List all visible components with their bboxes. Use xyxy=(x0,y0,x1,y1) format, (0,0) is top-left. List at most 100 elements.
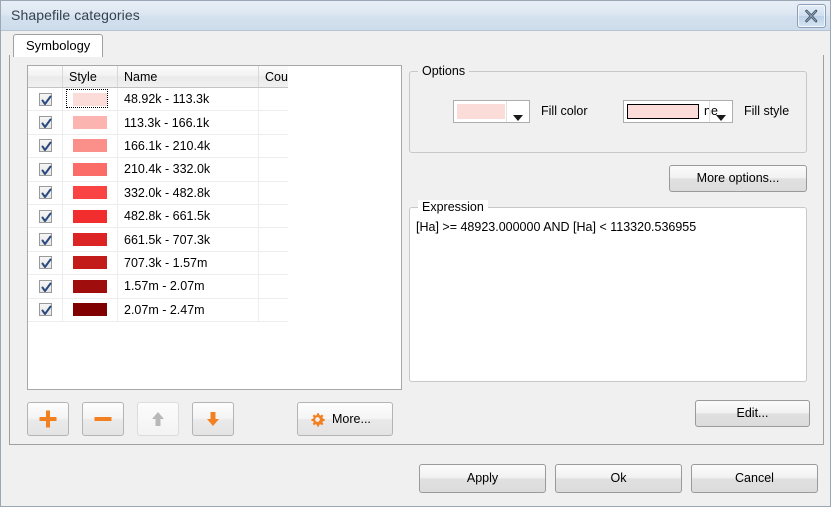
row-count-cell[interactable] xyxy=(258,110,288,135)
row-name-label: 2.07m - 2.47m xyxy=(124,302,205,317)
row-checkbox-cell[interactable] xyxy=(28,298,63,322)
table-row[interactable]: 1.57m - 2.07m xyxy=(28,274,288,299)
row-count-cell[interactable] xyxy=(258,298,288,322)
row-checkbox-cell[interactable] xyxy=(28,274,63,299)
row-style-cell[interactable] xyxy=(62,204,118,229)
fill-color-label: Fill color xyxy=(541,104,588,118)
row-style-cell[interactable] xyxy=(62,251,118,276)
table-header-row: Style Name Count xyxy=(28,66,288,88)
row-checkbox-cell[interactable] xyxy=(28,227,63,252)
add-category-button[interactable] xyxy=(27,402,69,436)
row-checkbox-cell[interactable] xyxy=(28,204,63,229)
table-row[interactable]: 482.8k - 661.5k xyxy=(28,204,288,229)
row-name-cell[interactable]: 1.57m - 2.07m xyxy=(117,274,259,299)
row-count-cell[interactable] xyxy=(258,204,288,229)
row-count-cell[interactable] xyxy=(258,181,288,205)
row-count-cell[interactable] xyxy=(258,274,288,299)
row-checkbox-cell[interactable] xyxy=(28,134,63,159)
row-name-cell[interactable]: 707.3k - 1.57m xyxy=(117,251,259,276)
apply-button[interactable]: Apply xyxy=(419,464,546,493)
row-style-cell[interactable] xyxy=(62,157,118,182)
row-checkbox[interactable] xyxy=(38,256,52,270)
row-name-cell[interactable]: 48.92k - 113.3k xyxy=(117,87,259,112)
row-name-cell[interactable]: 210.4k - 332.0k xyxy=(117,157,259,182)
row-name-cell[interactable]: 166.1k - 210.4k xyxy=(117,134,259,159)
row-style-cell[interactable] xyxy=(62,134,118,159)
chevron-down-icon xyxy=(513,110,523,124)
table-row[interactable]: 661.5k - 707.3k xyxy=(28,227,288,252)
row-style-cell[interactable] xyxy=(62,298,118,322)
row-name-cell[interactable]: 482.8k - 661.5k xyxy=(117,204,259,229)
table-row[interactable]: 166.1k - 210.4k xyxy=(28,134,288,159)
row-style-cell[interactable] xyxy=(62,87,118,112)
table-row[interactable]: 332.0k - 482.8k xyxy=(28,181,288,205)
tab-symbology[interactable]: Symbology xyxy=(13,34,104,57)
table-row[interactable]: 2.07m - 2.47m xyxy=(28,298,288,322)
row-count-cell[interactable] xyxy=(258,87,288,112)
row-checkbox-cell[interactable] xyxy=(28,157,63,182)
row-name-cell[interactable]: 113.3k - 166.1k xyxy=(117,110,259,135)
row-checkbox[interactable] xyxy=(38,92,52,106)
row-color-swatch xyxy=(73,233,107,247)
row-checkbox-cell[interactable] xyxy=(28,110,63,135)
combo-separator xyxy=(709,101,710,122)
fill-style-combo[interactable]: ne xyxy=(623,100,733,123)
categories-list-panel[interactable]: Style Name Count 48.92k - 113.3k 113.3k -… xyxy=(27,65,402,390)
row-checkbox-cell[interactable] xyxy=(28,87,63,112)
move-down-button[interactable] xyxy=(192,402,234,436)
ok-button-label: Ok xyxy=(610,471,627,485)
window-title: Shapefile categories xyxy=(11,7,140,23)
row-style-cell[interactable] xyxy=(62,181,118,205)
row-style-cell[interactable] xyxy=(62,110,118,135)
row-name-cell[interactable]: 661.5k - 707.3k xyxy=(117,227,259,252)
expression-group: Expression [Ha] >= 48923.000000 AND [Ha]… xyxy=(409,200,807,382)
table-row[interactable]: 210.4k - 332.0k xyxy=(28,157,288,182)
row-checkbox[interactable] xyxy=(38,279,52,293)
move-up-button[interactable] xyxy=(137,402,179,436)
row-checkbox[interactable] xyxy=(38,233,52,247)
column-header-style[interactable]: Style xyxy=(62,66,118,88)
cancel-button[interactable]: Cancel xyxy=(691,464,818,493)
column-header-name[interactable]: Name xyxy=(117,66,259,88)
row-name-cell[interactable]: 332.0k - 482.8k xyxy=(117,181,259,205)
row-checkbox-cell[interactable] xyxy=(28,251,63,276)
row-count-cell[interactable] xyxy=(258,227,288,252)
gear-icon xyxy=(310,412,325,430)
row-checkbox[interactable] xyxy=(38,116,52,130)
row-style-cell[interactable] xyxy=(62,274,118,299)
more-options-label: More options... xyxy=(696,171,780,185)
column-header-check[interactable] xyxy=(28,66,63,88)
ok-button[interactable]: Ok xyxy=(555,464,682,493)
row-color-swatch xyxy=(73,116,107,130)
table-row[interactable]: 48.92k - 113.3k xyxy=(28,87,288,112)
more-button[interactable]: More... xyxy=(297,402,393,436)
column-header-count[interactable]: Count xyxy=(258,66,288,88)
row-checkbox[interactable] xyxy=(38,139,52,153)
remove-category-button[interactable] xyxy=(82,402,124,436)
row-checkbox-cell[interactable] xyxy=(28,181,63,205)
fill-color-combo[interactable] xyxy=(453,100,530,123)
row-count-cell[interactable] xyxy=(258,157,288,182)
close-button[interactable] xyxy=(797,4,826,28)
row-name-cell[interactable]: 2.07m - 2.47m xyxy=(117,298,259,322)
row-name-label: 113.3k - 166.1k xyxy=(124,115,210,130)
fill-color-swatch xyxy=(457,104,505,119)
expression-text: [Ha] >= 48923.000000 AND [Ha] < 113320.5… xyxy=(416,220,697,234)
row-count-cell[interactable] xyxy=(258,251,288,276)
table-row[interactable]: 113.3k - 166.1k xyxy=(28,110,288,135)
row-style-cell[interactable] xyxy=(62,227,118,252)
row-name-label: 332.0k - 482.8k xyxy=(124,185,211,200)
table-row[interactable]: 707.3k - 1.57m xyxy=(28,251,288,276)
edit-expression-button[interactable]: Edit... xyxy=(695,400,810,427)
row-color-swatch xyxy=(73,139,107,153)
row-checkbox[interactable] xyxy=(38,186,52,200)
apply-button-label: Apply xyxy=(466,471,499,485)
row-checkbox[interactable] xyxy=(38,209,52,223)
row-checkbox[interactable] xyxy=(38,303,52,317)
categories-table-body: 48.92k - 113.3k 113.3k - 166.1k 166.1k - 2… xyxy=(28,87,288,322)
row-count-cell[interactable] xyxy=(258,134,288,159)
row-name-label: 482.8k - 661.5k xyxy=(124,209,211,224)
more-options-button[interactable]: More options... xyxy=(669,165,807,192)
title-bar: Shapefile categories xyxy=(1,1,830,31)
row-checkbox[interactable] xyxy=(38,162,52,176)
